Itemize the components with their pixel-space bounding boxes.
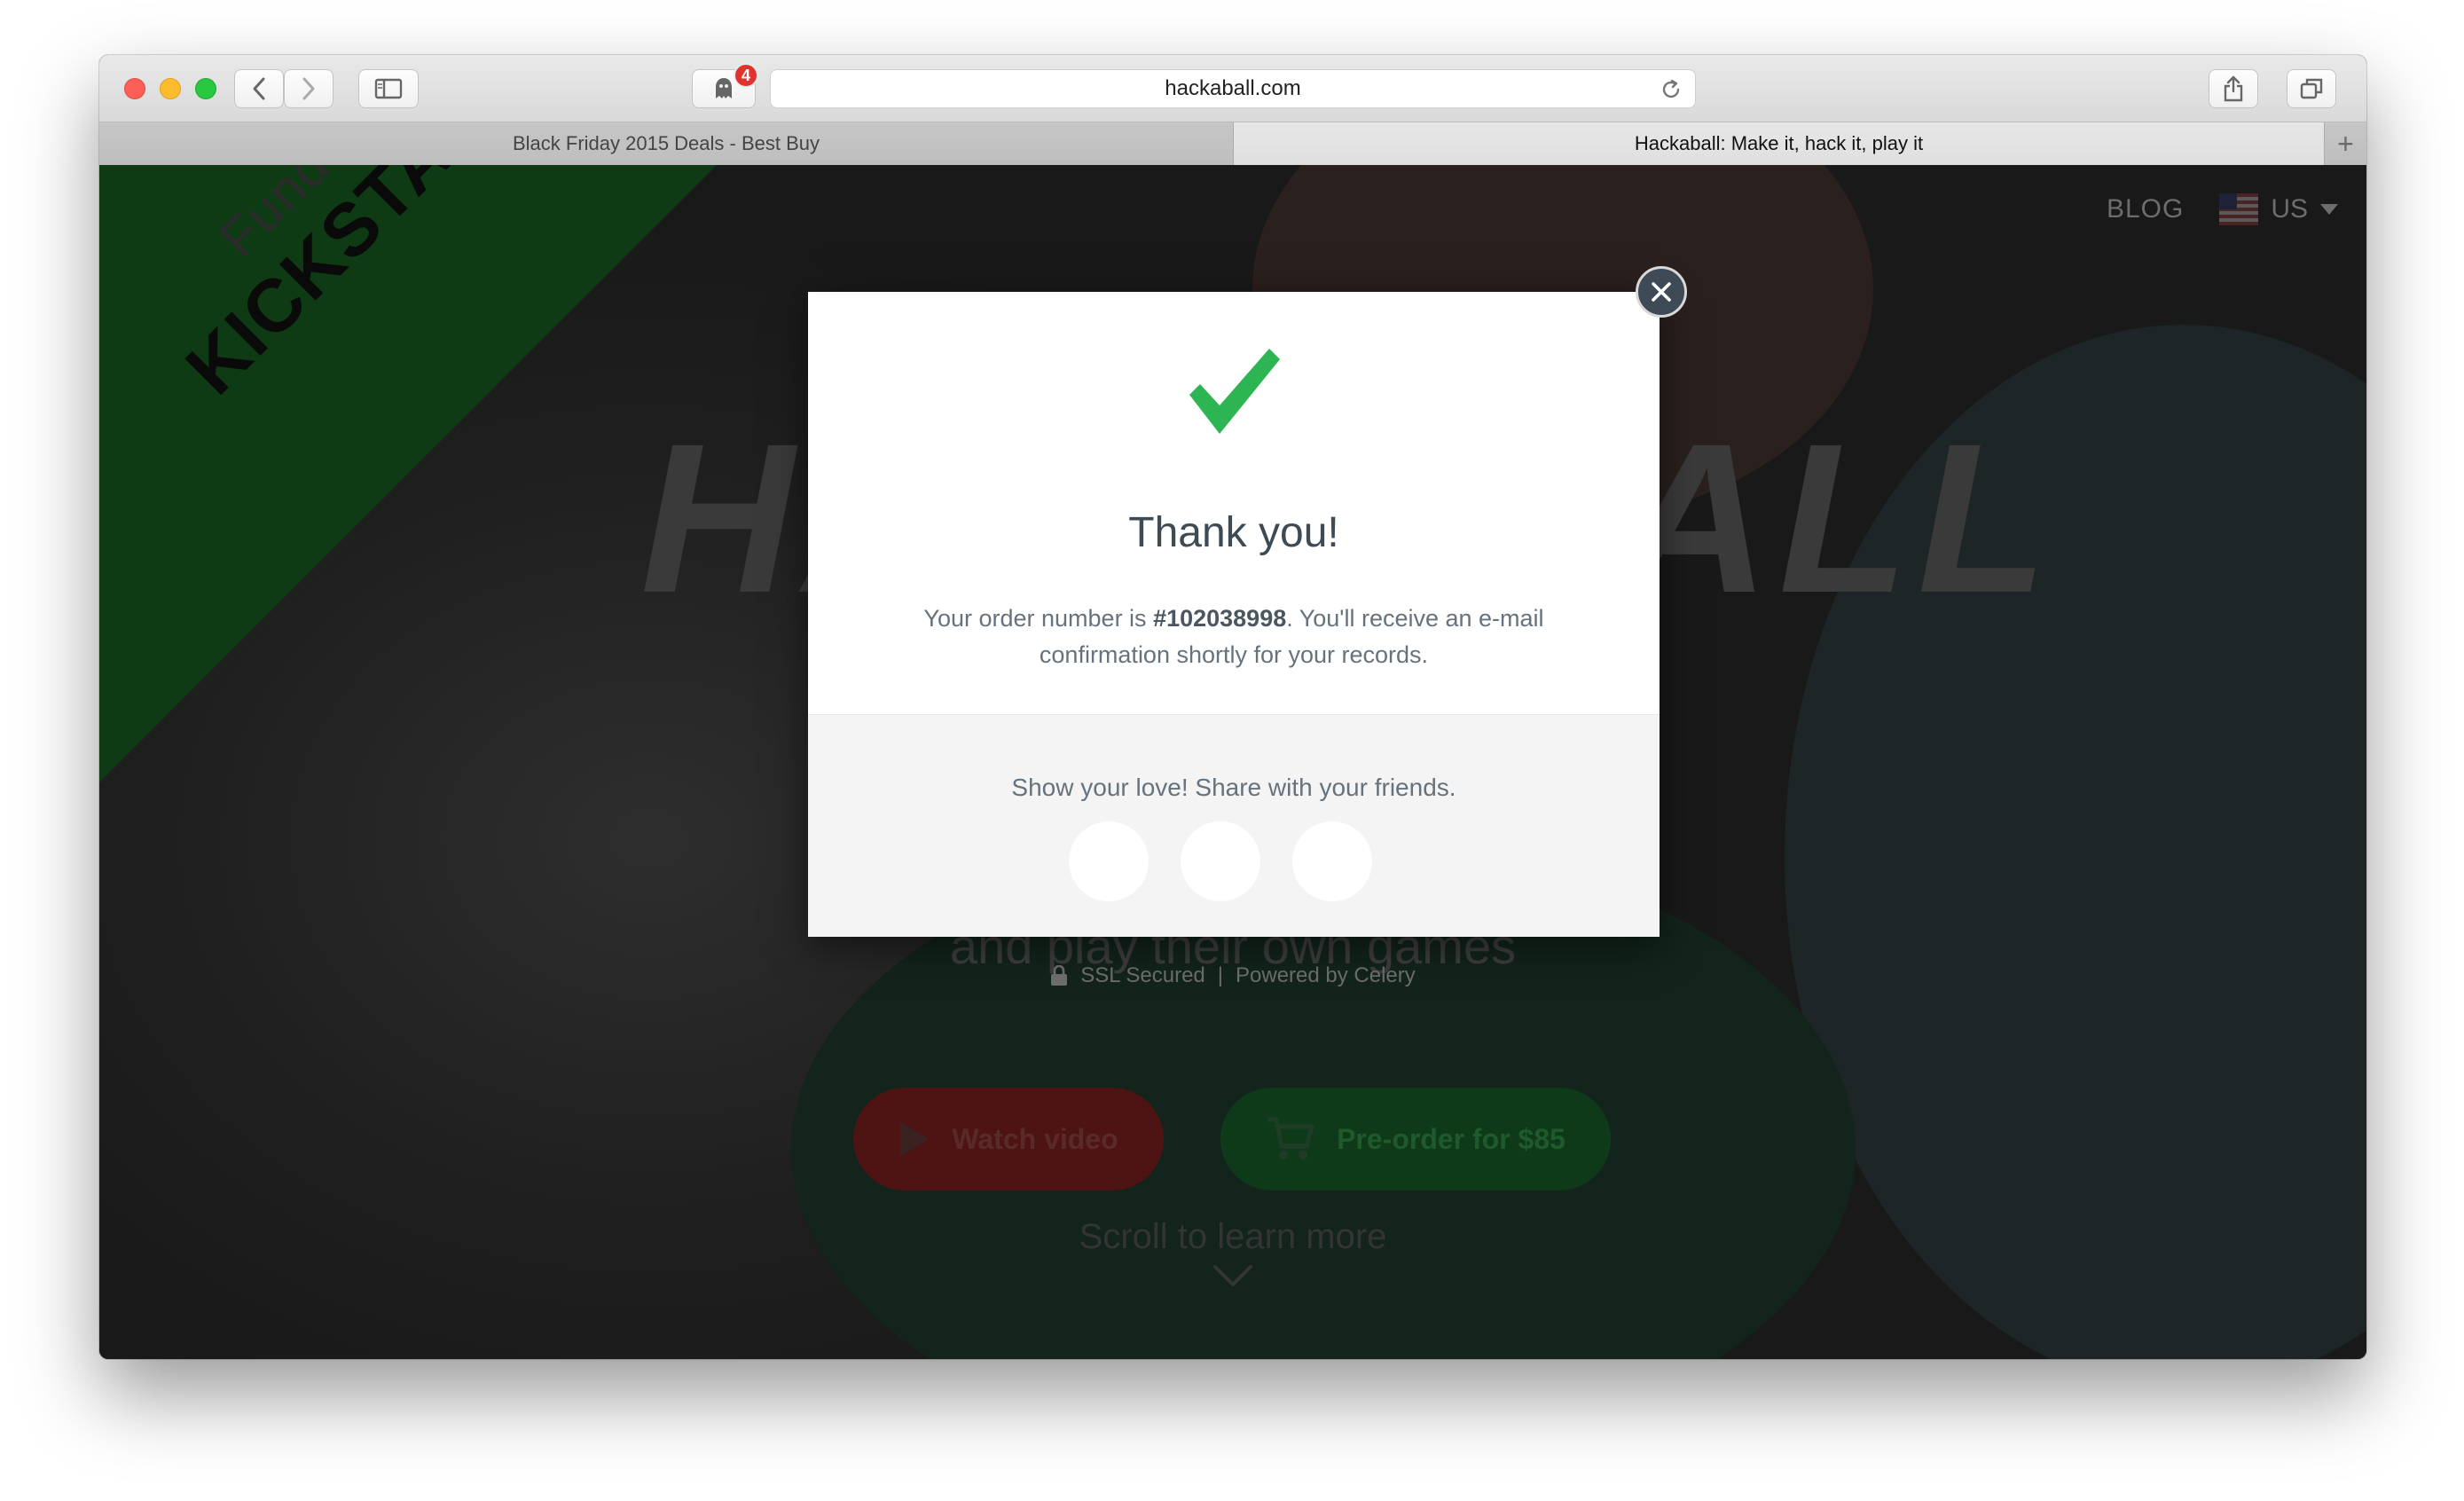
separator: |: [1217, 963, 1223, 987]
browser-window: 4 hackaball.com Black Friday 2015 Deals …: [99, 55, 2366, 1359]
play-icon: [900, 1121, 930, 1157]
share-button-3[interactable]: [1292, 821, 1372, 901]
browser-toolbar: 4 hackaball.com: [99, 55, 2366, 122]
cart-icon: [1267, 1117, 1314, 1159]
sidebar-icon: [374, 78, 403, 99]
language-label: US: [2271, 194, 2308, 224]
order-confirmation-modal: Thank you! Your order number is #1020389…: [808, 292, 1660, 937]
tab-label: Hackaball: Make it, hack it, play it: [1634, 132, 1924, 154]
modal-share-section: Show your love! Share with your friends.: [808, 714, 1660, 937]
ghostery-extension-button[interactable]: 4: [692, 63, 758, 108]
show-tabs-button[interactable]: [2287, 69, 2336, 108]
order-message: Your order number is #102038998. You'll …: [879, 601, 1589, 673]
nav-blog-link[interactable]: BLOG: [2107, 194, 2184, 224]
tab-hackaball[interactable]: Hackaball: Make it, hack it, play it: [1234, 122, 2325, 165]
chevron-right-icon: [302, 77, 315, 100]
caret-down-icon: [2320, 204, 2338, 215]
page-content: Funded on KICKSTARTER BLOG US HACKABALL …: [99, 165, 2366, 1359]
chevron-down-icon: [1213, 1265, 1252, 1286]
scroll-hint[interactable]: Scroll to learn more: [99, 1217, 2366, 1297]
forward-button[interactable]: [284, 69, 334, 108]
url-text: hackaball.com: [1165, 76, 1301, 100]
share-icon: [2224, 75, 2243, 102]
tabs-overview-icon: [2300, 78, 2323, 99]
back-button[interactable]: [234, 69, 284, 108]
order-number: #102038998: [1153, 605, 1287, 632]
share-buttons: [1069, 821, 1372, 901]
powered-by-text: Powered by Celery: [1236, 963, 1416, 987]
scroll-hint-text: Scroll to learn more: [1079, 1217, 1387, 1256]
order-message-prefix: Your order number is: [923, 605, 1154, 632]
new-tab-button[interactable]: +: [2325, 122, 2366, 165]
tab-bar: Black Friday 2015 Deals - Best Buy Hacka…: [99, 122, 2366, 165]
ssl-secured-text: SSL Secured: [1080, 963, 1205, 987]
sidebar-toggle-button[interactable]: [358, 69, 419, 108]
share-button-1[interactable]: [1069, 821, 1149, 901]
preorder-button[interactable]: Pre-order for $85: [1220, 1088, 1611, 1191]
watch-video-button[interactable]: Watch video: [853, 1088, 1164, 1191]
close-icon: [1652, 282, 1671, 302]
zoom-window-button[interactable]: [195, 78, 216, 99]
chevron-left-icon: [253, 77, 265, 100]
address-bar[interactable]: hackaball.com: [770, 69, 1696, 108]
share-button-2[interactable]: [1181, 821, 1260, 901]
lock-icon: [1051, 965, 1068, 986]
reload-icon[interactable]: [1660, 78, 1683, 101]
tab-bestbuy[interactable]: Black Friday 2015 Deals - Best Buy: [99, 122, 1234, 165]
minimize-window-button[interactable]: [160, 78, 181, 99]
preorder-label: Pre-order for $85: [1337, 1122, 1566, 1155]
site-nav: BLOG US: [2107, 193, 2338, 225]
extension-count-badge: 4: [734, 63, 758, 88]
ghost-icon: [716, 78, 732, 98]
language-selector[interactable]: US: [2219, 193, 2338, 225]
share-button[interactable]: [2209, 69, 2258, 108]
modal-title: Thank you!: [1128, 509, 1339, 556]
share-prompt: Show your love! Share with your friends.: [1011, 774, 1456, 801]
modal-body: Thank you! Your order number is #1020389…: [808, 292, 1660, 714]
tab-label: Black Friday 2015 Deals - Best Buy: [512, 132, 820, 154]
close-window-button[interactable]: [124, 78, 145, 99]
watch-video-label: Watch video: [952, 1122, 1118, 1155]
modal-close-button[interactable]: [1636, 266, 1687, 318]
us-flag-icon: [2219, 193, 2259, 225]
ssl-notice: SSL Secured | Powered by Celery: [99, 963, 2366, 988]
checkmark-icon: [1189, 349, 1280, 434]
plus-icon: +: [2337, 127, 2354, 160]
